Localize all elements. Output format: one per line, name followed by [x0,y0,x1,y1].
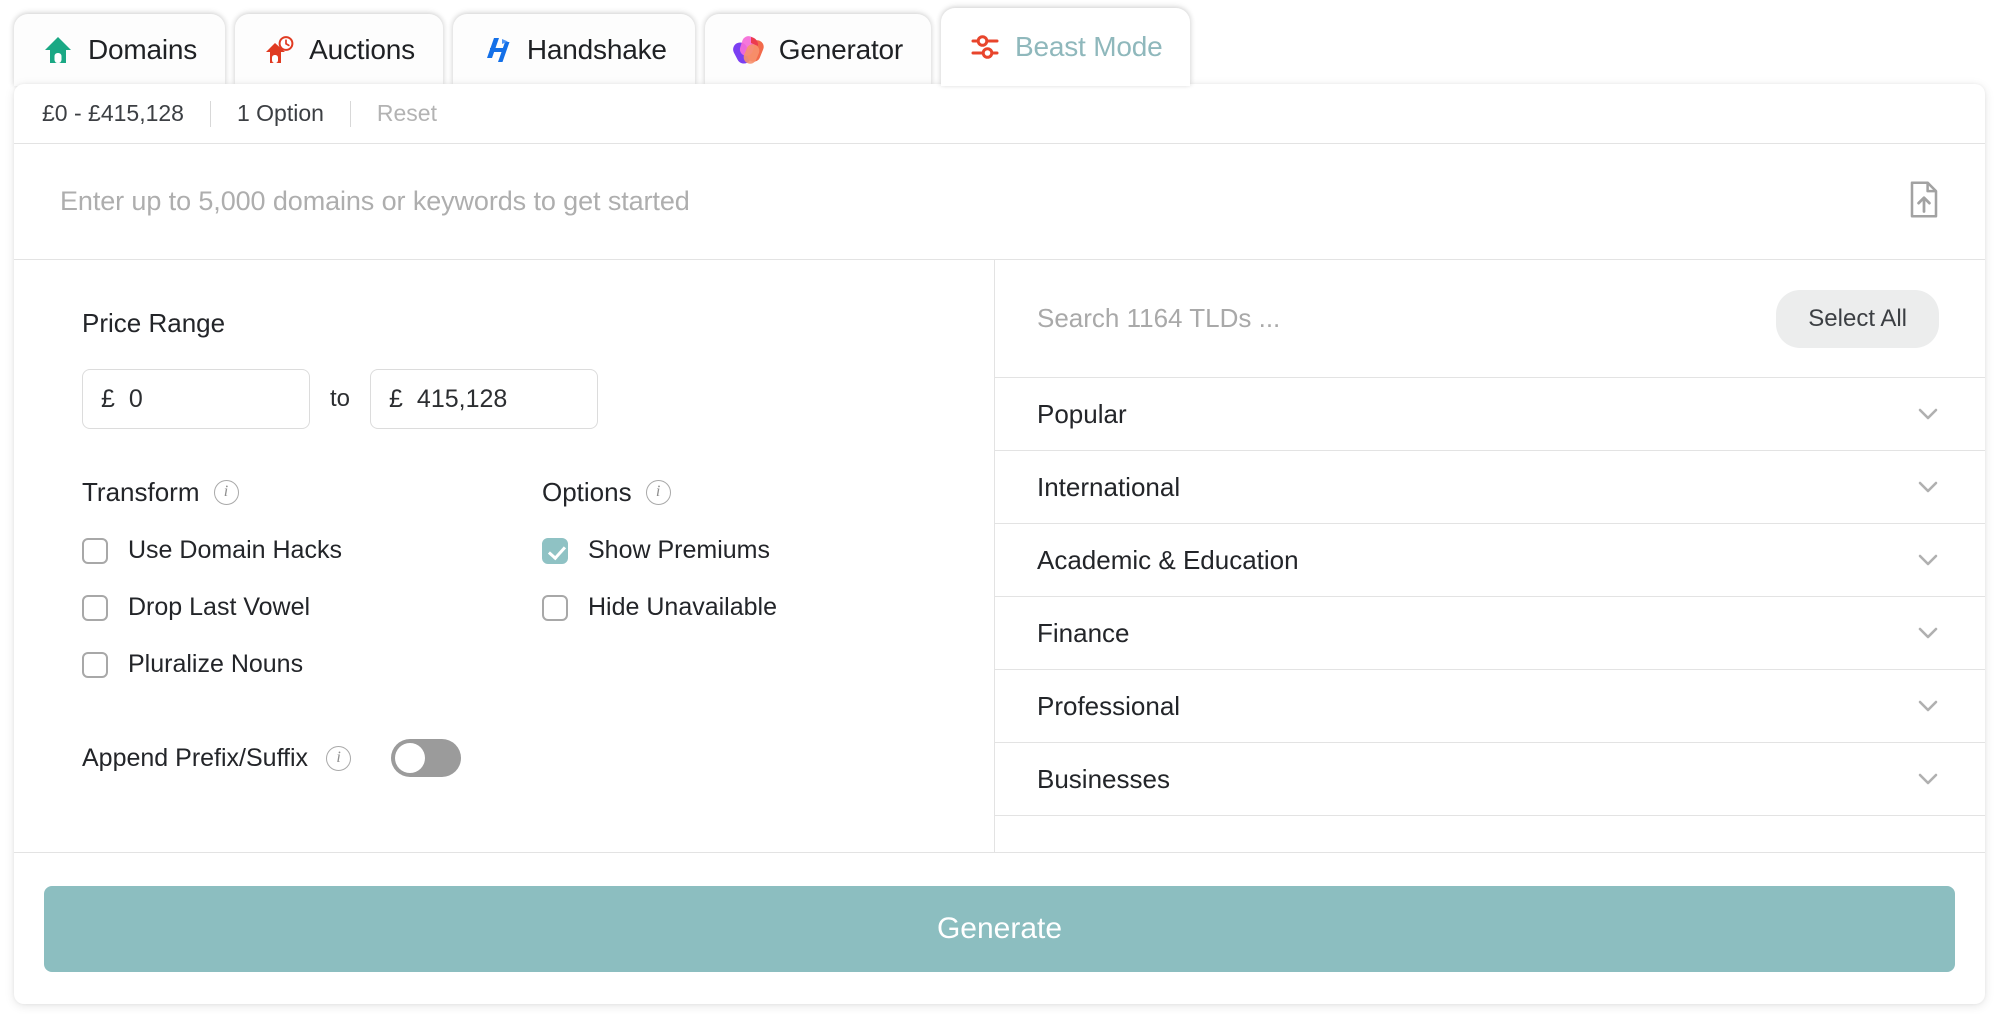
auction-clock-icon [263,34,295,66]
option-count-text[interactable]: 1 Option [237,100,324,127]
reset-button[interactable]: Reset [377,100,437,127]
tab-label-auctions: Auctions [309,34,415,65]
category-label: Businesses [1037,763,1170,794]
tab-label-beast-mode: Beast Mode [1015,31,1163,62]
checkbox-box[interactable] [542,537,568,564]
filter-summary-bar: £0 - £415,128 1 Option Reset [14,84,1985,144]
chevron-down-icon[interactable] [1915,401,1941,427]
tab-label-handshake: Handshake [526,34,667,65]
beast-mode-panel: £0 - £415,128 1 Option Reset Enter up to… [14,84,1985,1004]
category-label: International [1037,471,1181,502]
checkbox-box[interactable] [82,594,108,621]
tab-domains[interactable]: Domains [14,14,226,86]
checkbox-use-domain-hacks[interactable]: Use Domain Hacks [82,536,542,565]
tld-search-row: Search 1164 TLDs ... Select All [995,260,1985,378]
checkbox-label: Hide Unavailable [588,593,778,621]
price-min-value: 0 [128,384,143,413]
transform-header: Transform i [82,477,542,508]
chevron-down-icon[interactable] [1915,766,1941,792]
transform-title: Transform [82,477,200,507]
info-icon[interactable]: i [213,480,239,505]
chevron-down-icon[interactable] [1915,693,1941,719]
price-summary-text: £0 - £415,128 [42,100,184,126]
left-settings-pane: Price Range £ 0 to £ 415,128 Transform i [14,260,995,852]
tab-label-generator: Generator [778,34,904,65]
tld-search-input[interactable]: Search 1164 TLDs ... [1037,303,1752,334]
select-all-button[interactable]: Select All [1776,289,1939,348]
tab-beast-mode[interactable]: Beast Mode [941,8,1191,86]
tld-category-popular[interactable]: Popular [995,378,1985,451]
checkbox-label: Show Premiums [588,536,770,564]
footer-bar: Generate [14,852,1985,1004]
checkbox-box[interactable] [82,537,108,564]
checkbox-box[interactable] [542,594,568,621]
capsules-icon [732,34,765,66]
keywords-placeholder: Enter up to 5,000 domains or keywords to… [60,186,690,216]
category-label: Academic & Education [1037,544,1299,575]
checkbox-label: Drop Last Vowel [128,593,311,621]
price-max-input[interactable]: £ 415,128 [370,369,599,429]
tld-category-businesses[interactable]: Businesses [995,743,1985,816]
main-tab-bar: Domains Auctions Handshake Generator Bea… [0,0,1999,86]
generate-button[interactable]: Generate [44,885,1955,972]
checkbox-box[interactable] [82,651,108,678]
checkbox-label: Pluralize Nouns [128,650,304,678]
checkbox-show-premiums[interactable]: Show Premiums [542,536,972,565]
tld-category-finance[interactable]: Finance [995,597,1985,670]
divider [209,100,211,127]
transform-column: Transform i Use Domain Hacks Drop Last V… [82,477,542,679]
append-prefix-suffix-label: Append Prefix/Suffix [82,743,309,772]
checkbox-pluralize-nouns[interactable]: Pluralize Nouns [82,650,542,679]
checkbox-label: Use Domain Hacks [128,536,342,564]
chevron-down-icon[interactable] [1915,547,1941,573]
checkbox-drop-last-vowel[interactable]: Drop Last Vowel [82,593,542,622]
currency-symbol: £ [389,384,403,413]
append-prefix-suffix-toggle[interactable] [391,739,462,777]
currency-symbol: £ [101,384,115,413]
category-label: Finance [1037,617,1130,648]
house-icon [42,34,74,66]
category-label: Popular [1037,398,1127,429]
chevron-down-icon[interactable] [1915,474,1941,500]
append-prefix-suffix-row: Append Prefix/Suffix i [82,739,994,777]
tld-pane: Search 1164 TLDs ... Select All Popular … [995,260,1985,852]
tab-label-domains: Domains [88,34,198,65]
toggle-columns: Transform i Use Domain Hacks Drop Last V… [82,477,994,679]
category-label: Professional [1037,690,1181,721]
tab-generator[interactable]: Generator [704,14,932,86]
price-to-label: to [330,385,351,412]
tab-auctions[interactable]: Auctions [235,14,443,86]
handshake-logo-icon [481,34,513,66]
sliders-icon [969,31,1001,63]
tab-handshake[interactable]: Handshake [452,14,695,86]
options-header: Options i [542,477,972,508]
price-range-row: £ 0 to £ 415,128 [82,369,994,429]
info-icon[interactable]: i [645,480,671,505]
price-min-input[interactable]: £ 0 [82,369,310,429]
checkbox-hide-unavailable[interactable]: Hide Unavailable [542,593,972,622]
tld-category-academic-education[interactable]: Academic & Education [995,524,1985,597]
keywords-input-area[interactable]: Enter up to 5,000 domains or keywords to… [14,144,1985,260]
price-max-value: 415,128 [416,384,508,413]
options-column: Options i Show Premiums Hide Unavailable [542,477,972,679]
info-icon[interactable]: i [326,745,352,771]
file-upload-icon[interactable] [1907,180,1941,222]
tld-category-international[interactable]: International [995,451,1985,524]
settings-panes: Price Range £ 0 to £ 415,128 Transform i [14,260,1985,852]
divider [349,100,351,127]
chevron-down-icon[interactable] [1915,620,1941,646]
price-range-title: Price Range [82,308,226,338]
tld-category-professional[interactable]: Professional [995,670,1985,743]
toggle-knob [395,743,426,773]
options-title: Options [542,477,632,507]
